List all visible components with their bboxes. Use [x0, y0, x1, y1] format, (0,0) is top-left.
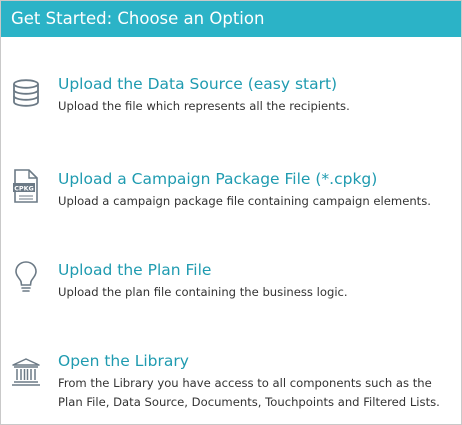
upload-data-source-description: Upload the file which represents all the… — [58, 99, 350, 113]
upload-plan-file-title[interactable]: Upload the Plan File — [58, 260, 211, 280]
database-icon — [11, 78, 41, 112]
get-started-panel: Get Started: Choose an Option Upload the… — [0, 0, 462, 425]
upload-campaign-package-description: Upload a campaign package file containin… — [58, 194, 431, 208]
open-library-description: From the Library you have access to all … — [58, 376, 440, 409]
upload-data-source-option[interactable]: Upload the Data Source (easy start) Uplo… — [1, 74, 461, 124]
library-icon — [11, 357, 41, 391]
upload-plan-file-option[interactable]: Upload the Plan File Upload the plan fil… — [1, 260, 461, 310]
upload-campaign-package-title[interactable]: Upload a Campaign Package File (*.cpkg) — [58, 169, 377, 189]
upload-plan-file-description: Upload the plan file containing the busi… — [58, 285, 348, 299]
open-library-option[interactable]: Open the Library From the Library you ha… — [1, 351, 461, 415]
cpkg-file-icon: CPKG — [11, 169, 41, 203]
cpkg-icon-label: CPKG — [14, 184, 34, 192]
panel-header: Get Started: Choose an Option — [1, 1, 461, 37]
open-library-title[interactable]: Open the Library — [58, 351, 189, 371]
lightbulb-icon — [11, 260, 41, 294]
upload-campaign-package-option[interactable]: CPKG Upload a Campaign Package File (*.c… — [1, 169, 461, 219]
panel-title: Get Started: Choose an Option — [11, 9, 265, 28]
upload-data-source-title[interactable]: Upload the Data Source (easy start) — [58, 74, 337, 94]
